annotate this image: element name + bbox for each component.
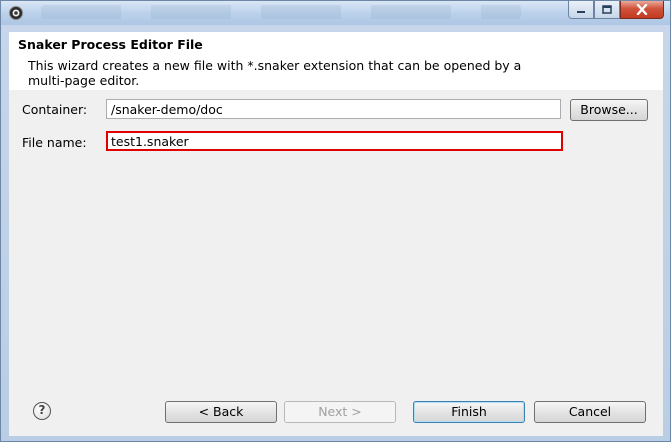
minimize-button[interactable] (568, 1, 594, 19)
wizard-window: Snaker Process Editor File This wizard c… (0, 0, 671, 442)
button-bar: ? < Back Next > Finish Cancel (9, 388, 663, 436)
next-button[interactable]: Next > (284, 401, 396, 423)
window-controls (568, 1, 664, 21)
close-button[interactable] (620, 1, 664, 19)
cancel-button[interactable]: Cancel (534, 401, 646, 423)
filename-label: File name: (22, 135, 87, 150)
wizard-form: Container: Browse... File name: (9, 90, 663, 388)
finish-button[interactable]: Finish (413, 401, 525, 423)
dialog-title: Snaker Process Editor File (18, 37, 203, 52)
container-input[interactable] (106, 99, 561, 119)
help-icon[interactable]: ? (33, 402, 51, 420)
title-bar[interactable] (1, 1, 670, 25)
dialog-description: This wizard creates a new file with *.sn… (28, 58, 522, 88)
browse-button[interactable]: Browse... (570, 99, 648, 121)
background-window-titles (41, 5, 521, 19)
maximize-icon (602, 5, 612, 14)
filename-input[interactable] (106, 131, 563, 151)
close-icon (636, 4, 648, 15)
wizard-header: Snaker Process Editor File This wizard c… (9, 32, 663, 91)
back-button[interactable]: < Back (165, 401, 277, 423)
maximize-button[interactable] (594, 1, 620, 19)
container-label: Container: (22, 102, 88, 117)
app-icon (9, 6, 23, 20)
minimize-icon (577, 10, 585, 13)
